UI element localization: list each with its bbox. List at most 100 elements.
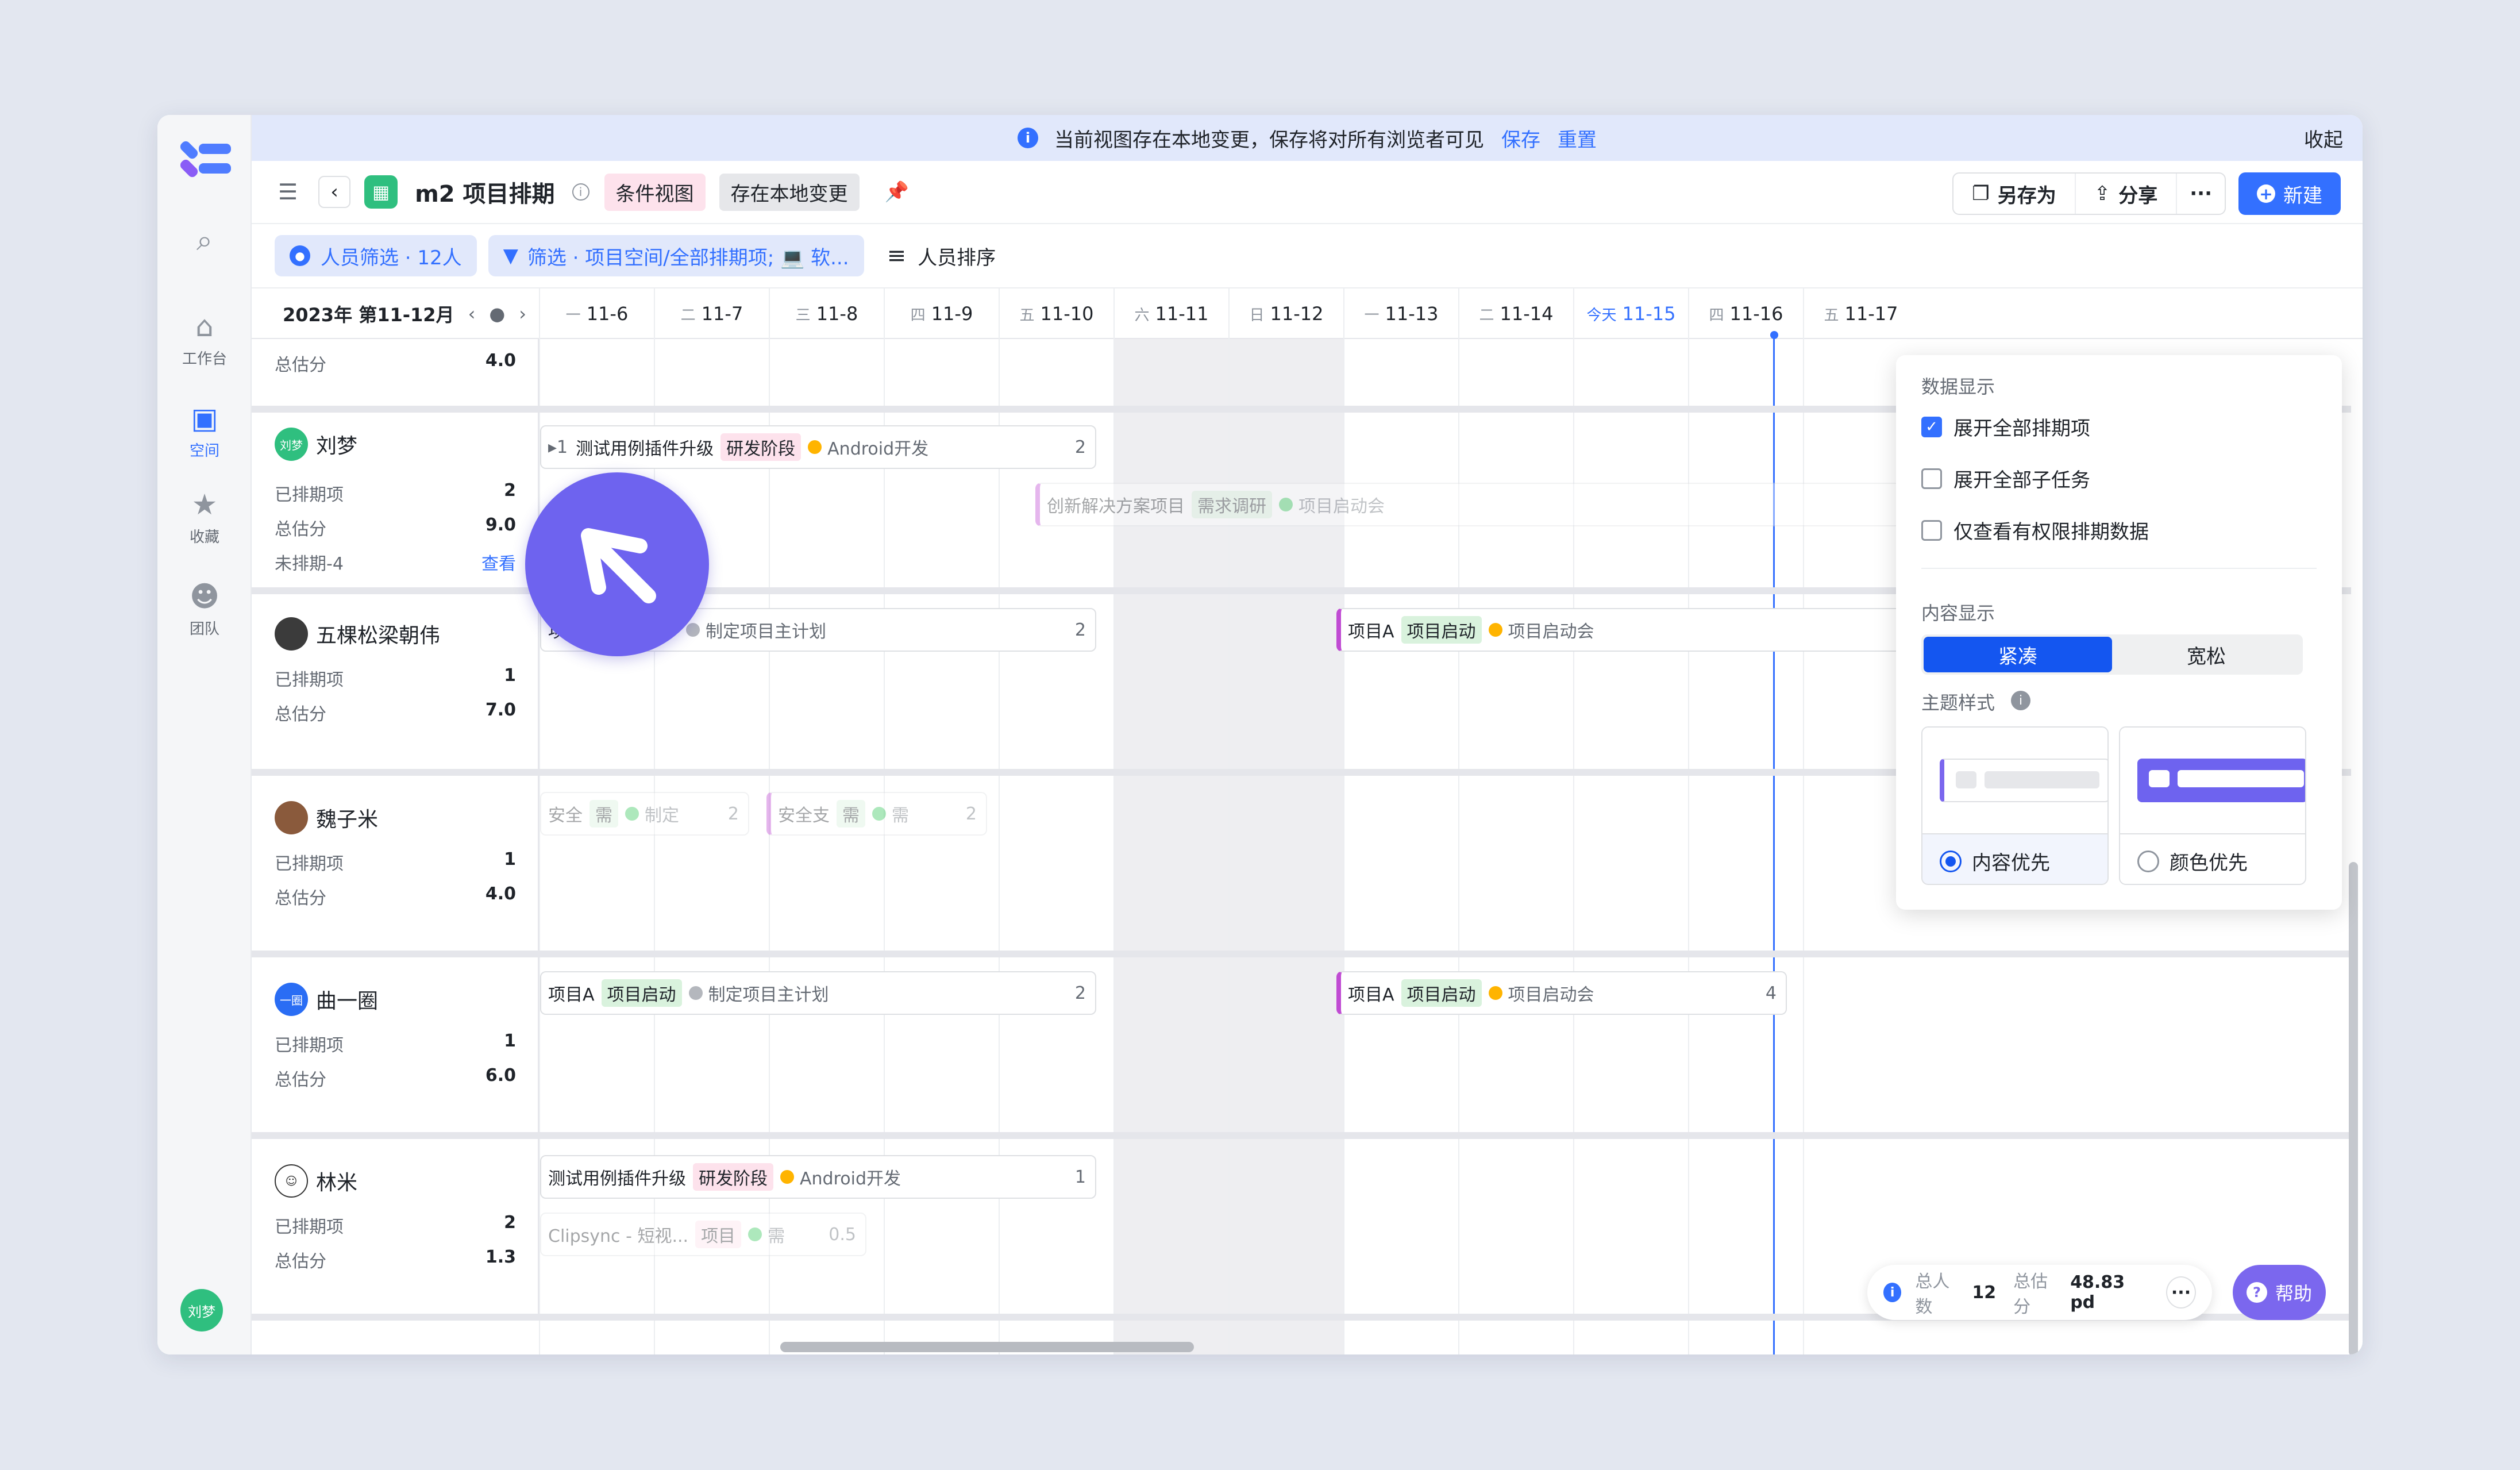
calendar-header: 2023年 第11-12月 ‹ ● › 一 11-6 二 11-7 三 11-8 四 11-9…: [252, 287, 2363, 339]
view-unscheduled-link[interactable]: 查看: [481, 549, 516, 575]
info-icon: i: [1883, 1283, 1902, 1302]
today-marker: [1770, 331, 1778, 339]
vertical-scrollbar[interactable]: [2349, 862, 2358, 1354]
status-dot: [808, 440, 822, 454]
banner-collapse[interactable]: 收起: [2304, 124, 2343, 152]
condition-view-chip[interactable]: 条件视图: [604, 173, 706, 211]
compact-option[interactable]: 紧凑: [1924, 637, 2112, 672]
expand-subtasks-checkbox[interactable]: 展开全部子任务: [1921, 464, 2090, 492]
nav-team[interactable]: ☻ 团队: [157, 580, 252, 638]
schedule-bar[interactable]: 安全支 需 需 2: [766, 792, 987, 836]
schedule-bar[interactable]: 安全 需 制定 2: [540, 792, 749, 836]
back-button[interactable]: ‹: [318, 176, 351, 208]
status-dot: [625, 807, 639, 821]
permission-only-checkbox[interactable]: 仅查看有权限排期数据: [1921, 516, 2149, 544]
day-column: [769, 339, 884, 1354]
sidebar-toggle-icon[interactable]: ☰: [278, 179, 298, 205]
schedule-bar[interactable]: ▸1 测试用例插件升级 研发阶段 Android开发 2: [540, 425, 1096, 469]
search-icon[interactable]: ⌕: [157, 224, 252, 261]
status-dot: [688, 986, 703, 1000]
banner-save-link[interactable]: 保存: [1501, 124, 1540, 152]
filter-icon: ▼: [503, 244, 518, 267]
person-row: 魏子米 已排期项 1 总估分 4.0: [252, 776, 539, 951]
stats-more-button[interactable]: ···: [2166, 1276, 2196, 1309]
page-title: m2 项目排期: [415, 181, 555, 207]
action-group: ❐ 另存为 ⇪ 分享 ···: [1952, 172, 2226, 215]
schedule-bar[interactable]: 项目A 项目启动 制定项目主计划 2: [540, 971, 1096, 1015]
info-icon: i: [1018, 128, 1038, 148]
expand-all-checkbox[interactable]: ✓ 展开全部排期项: [1921, 413, 2090, 441]
day-header: 一 11-13: [1343, 288, 1458, 339]
star-icon: ★: [191, 488, 218, 521]
app-window: ⌕ ⌂ 工作台 ▣ 空间 ★ 收藏 ☻ 团队 刘梦 i 当前视图存在本地变更，保存将对所…: [157, 115, 2363, 1354]
summary-stats: i 总人数 12 总估分 48.83 pd ···: [1867, 1265, 2212, 1320]
day-header: 二 11-7: [654, 288, 769, 339]
day-column: [884, 339, 999, 1354]
home-icon: ⌂: [195, 310, 214, 343]
status-dot: [1488, 623, 1502, 637]
toolbar: ☰ ‹ ▦ m2 项目排期 i 条件视图 存在本地变更 📌 ❐ 另存为 ⇪ 分享 ·…: [252, 161, 2363, 224]
pin-icon[interactable]: 📌: [885, 180, 909, 203]
status-dot: [1488, 986, 1502, 1000]
expand-toggle[interactable]: ▸1: [548, 437, 568, 457]
nav-workbench[interactable]: ⌂ 工作台: [157, 310, 252, 368]
schedule-bar[interactable]: 测试用例插件升级 研发阶段 Android开发 1: [540, 1155, 1096, 1199]
day-header: 三 11-8: [769, 288, 884, 339]
share-button[interactable]: ⇪ 分享: [2076, 174, 2178, 214]
nav-space[interactable]: ▣ 空间: [157, 402, 252, 460]
density-toggle: 紧凑 宽松: [1921, 634, 2303, 675]
day-header: 四 11-9: [884, 288, 999, 339]
prev-period-icon[interactable]: ‹: [468, 303, 476, 325]
day-header: 四 11-16: [1688, 288, 1803, 339]
user-avatar[interactable]: 刘梦: [180, 1289, 223, 1332]
person-icon: ●: [290, 245, 310, 266]
save-as-button[interactable]: ❐ 另存为: [1953, 174, 2076, 214]
nav-favorites[interactable]: ★ 收藏: [157, 488, 252, 547]
checkbox-icon: [1921, 468, 1942, 489]
radio-icon: [2137, 850, 2159, 872]
more-button[interactable]: ···: [2177, 174, 2225, 214]
person-row: 一圈 曲一圈 已排期项 1 总估分 6.0: [252, 957, 539, 1132]
schedule-bar[interactable]: 项目A 项目启动 项目启动会 4: [1336, 971, 1787, 1015]
title-info-icon[interactable]: i: [572, 183, 589, 201]
next-period-icon[interactable]: ›: [519, 303, 526, 325]
new-button[interactable]: + 新建: [2238, 172, 2341, 215]
day-header: 日 11-12: [1228, 288, 1343, 339]
day-header: 一 11-6: [539, 288, 654, 339]
status-dot: [780, 1170, 794, 1184]
local-change-chip[interactable]: 存在本地变更: [719, 173, 860, 211]
avatar: 刘梦: [275, 428, 308, 461]
app-logo[interactable]: [178, 138, 231, 179]
status-dot: [872, 807, 886, 821]
day-header: 今天 11-15: [1573, 288, 1688, 339]
question-icon: ?: [2246, 1282, 2267, 1303]
loose-option[interactable]: 宽松: [2112, 637, 2301, 672]
copy-icon: ❐: [1972, 182, 1990, 205]
day-header: 六 11-11: [1113, 288, 1228, 339]
divider: [1921, 568, 2317, 569]
schedule-bar[interactable]: Clipsync - 短视... 项目 需 0.5: [540, 1213, 866, 1256]
person-row: 五棵松梁朝伟 已排期项 1 总估分 7.0: [252, 594, 539, 769]
day-header: 五 11-10: [999, 288, 1113, 339]
local-change-banner: i 当前视图存在本地变更，保存将对所有浏览者可见 保存 重置 收起: [252, 115, 2363, 161]
people-filter-chip[interactable]: ● 人员筛选 · 12人: [275, 235, 477, 276]
horizontal-scrollbar[interactable]: [780, 1342, 1194, 1352]
banner-text: 当前视图存在本地变更，保存将对所有浏览者可见: [1054, 128, 1484, 152]
sort-icon: ≡: [887, 243, 907, 269]
plus-icon: +: [2257, 184, 2275, 203]
theme-color-first[interactable]: 颜色优先: [2119, 726, 2306, 885]
schedule-bar[interactable]: 项目A 项目启动 项目启动会: [1336, 608, 1911, 652]
person-row: 总估分 4.0: [252, 339, 539, 408]
avatar: ☺: [275, 1164, 308, 1198]
info-icon[interactable]: i: [2011, 691, 2030, 710]
today-dot-icon[interactable]: ●: [489, 303, 505, 325]
checkbox-checked-icon: ✓: [1921, 416, 1942, 437]
schedule-bar[interactable]: 创新解决方案项目 需求调研 项目启动会 7: [1035, 483, 2037, 526]
avatar: [275, 617, 308, 651]
help-button[interactable]: ? 帮助: [2233, 1265, 2326, 1320]
theme-content-first[interactable]: 内容优先: [1921, 726, 2109, 885]
banner-reset-link[interactable]: 重置: [1558, 124, 1597, 152]
filter-bar: ● 人员筛选 · 12人 ▼ 筛选 · 项目空间/全部排期项; 💻 软... ≡ 人员…: [252, 224, 2363, 287]
people-sort[interactable]: ≡ 人员排序: [887, 242, 996, 270]
filter-chip[interactable]: ▼ 筛选 · 项目空间/全部排期项; 💻 软...: [488, 235, 864, 276]
